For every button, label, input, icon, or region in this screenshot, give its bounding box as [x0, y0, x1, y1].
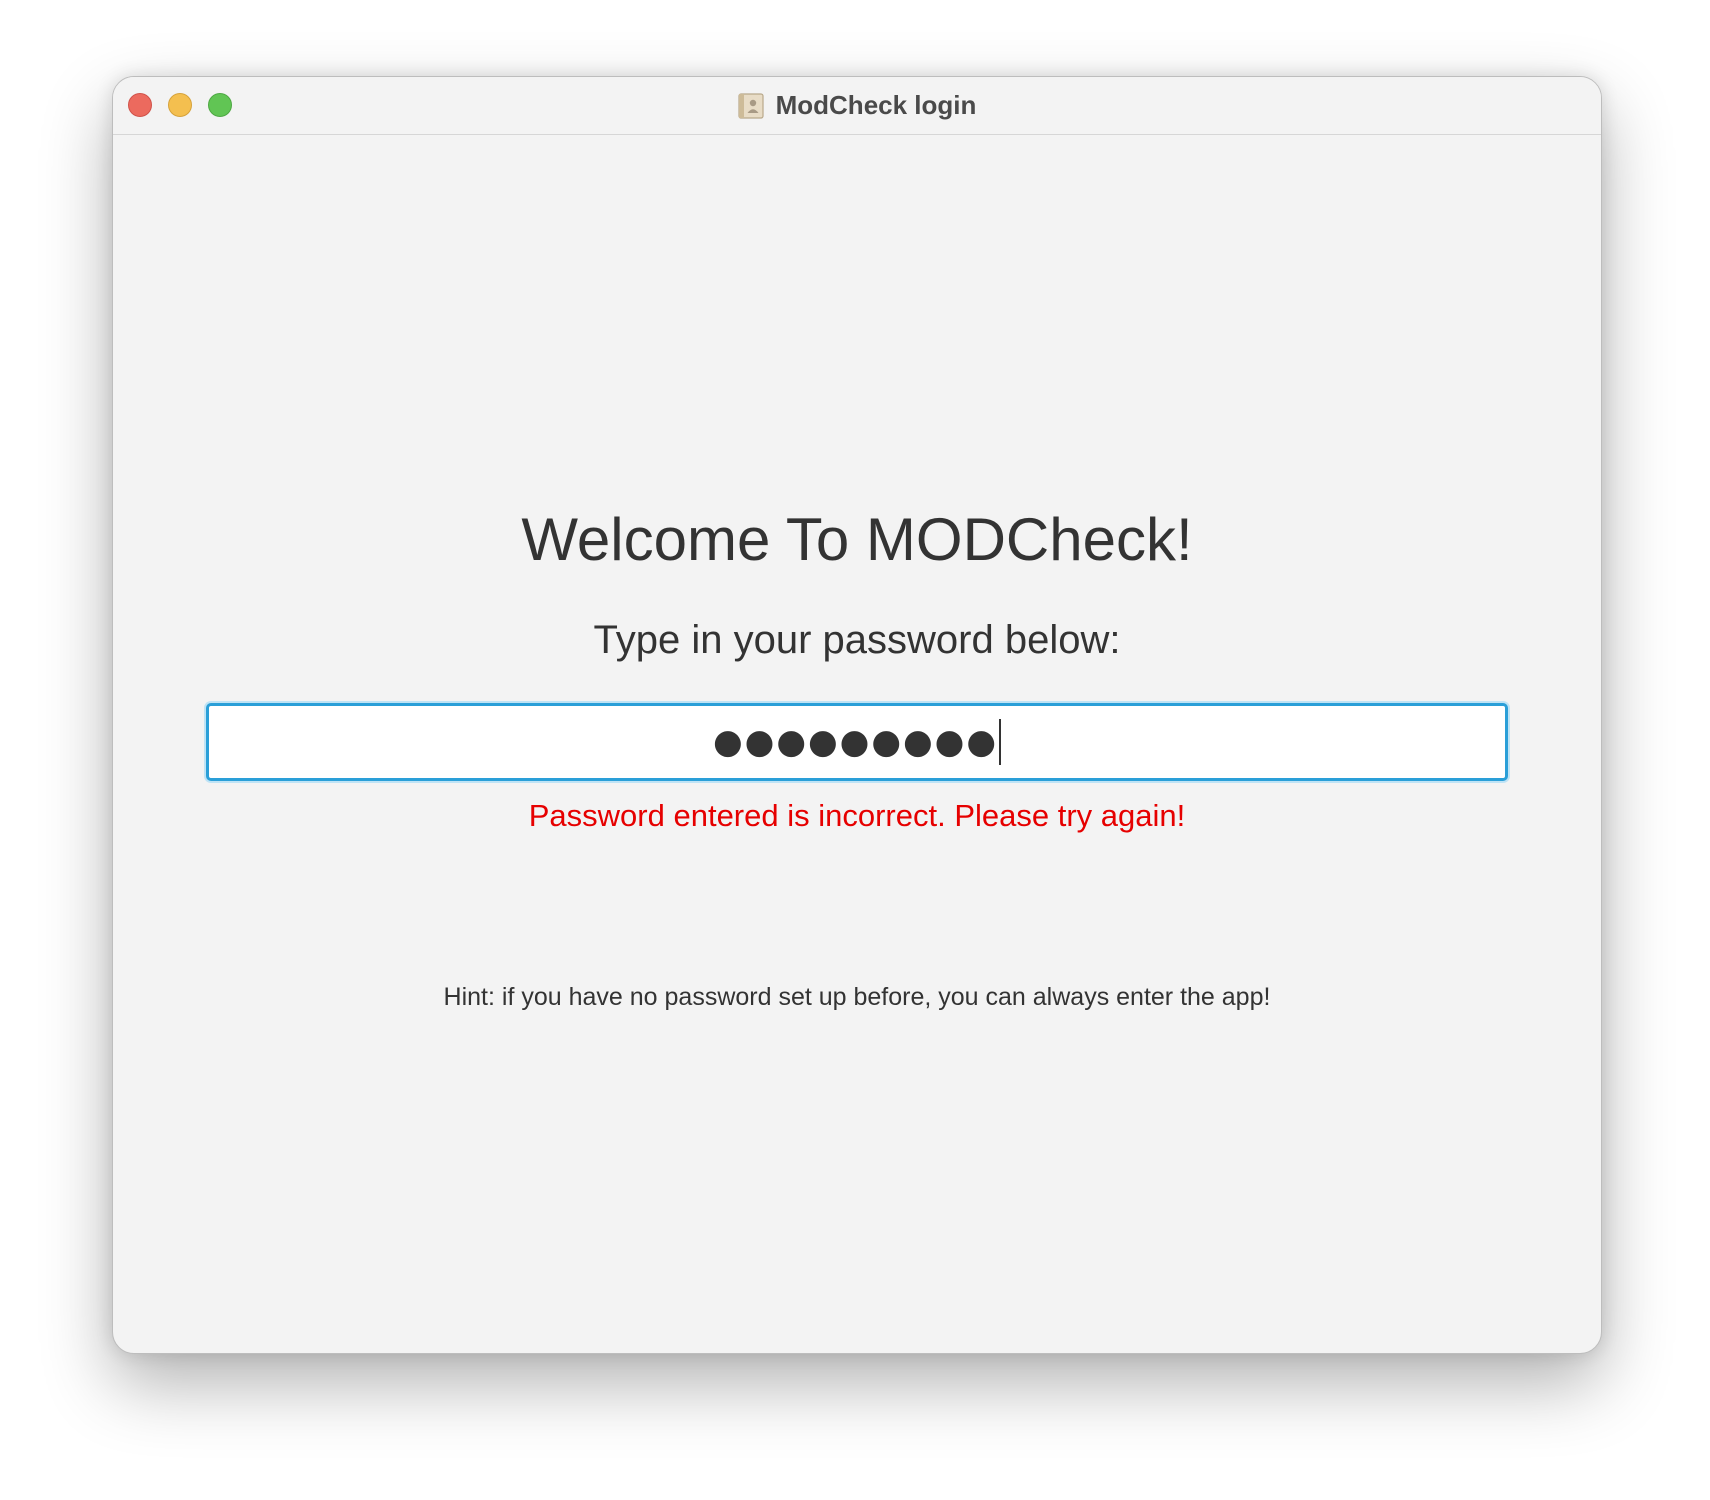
- window-title-group: ModCheck login: [113, 77, 1601, 134]
- hint-text: Hint: if you have no password set up bef…: [443, 983, 1271, 1011]
- error-message: Password entered is incorrect. Please tr…: [528, 798, 1186, 833]
- contacts-book-icon: [738, 92, 764, 119]
- window-title: ModCheck login: [775, 90, 977, 120]
- password-masked-value: ●●●●●●●●●: [712, 722, 998, 762]
- login-content: Welcome To MODCheck! Type in your passwo…: [113, 135, 1601, 1353]
- password-instruction: Type in your password below:: [593, 618, 1121, 662]
- login-window: ModCheck login Welcome To MODCheck! Type…: [112, 76, 1602, 1354]
- text-caret: [999, 719, 1001, 765]
- welcome-heading: Welcome To MODCheck!: [521, 506, 1193, 573]
- title-bar[interactable]: ModCheck login: [113, 77, 1601, 135]
- password-input[interactable]: ●●●●●●●●●: [206, 703, 1508, 781]
